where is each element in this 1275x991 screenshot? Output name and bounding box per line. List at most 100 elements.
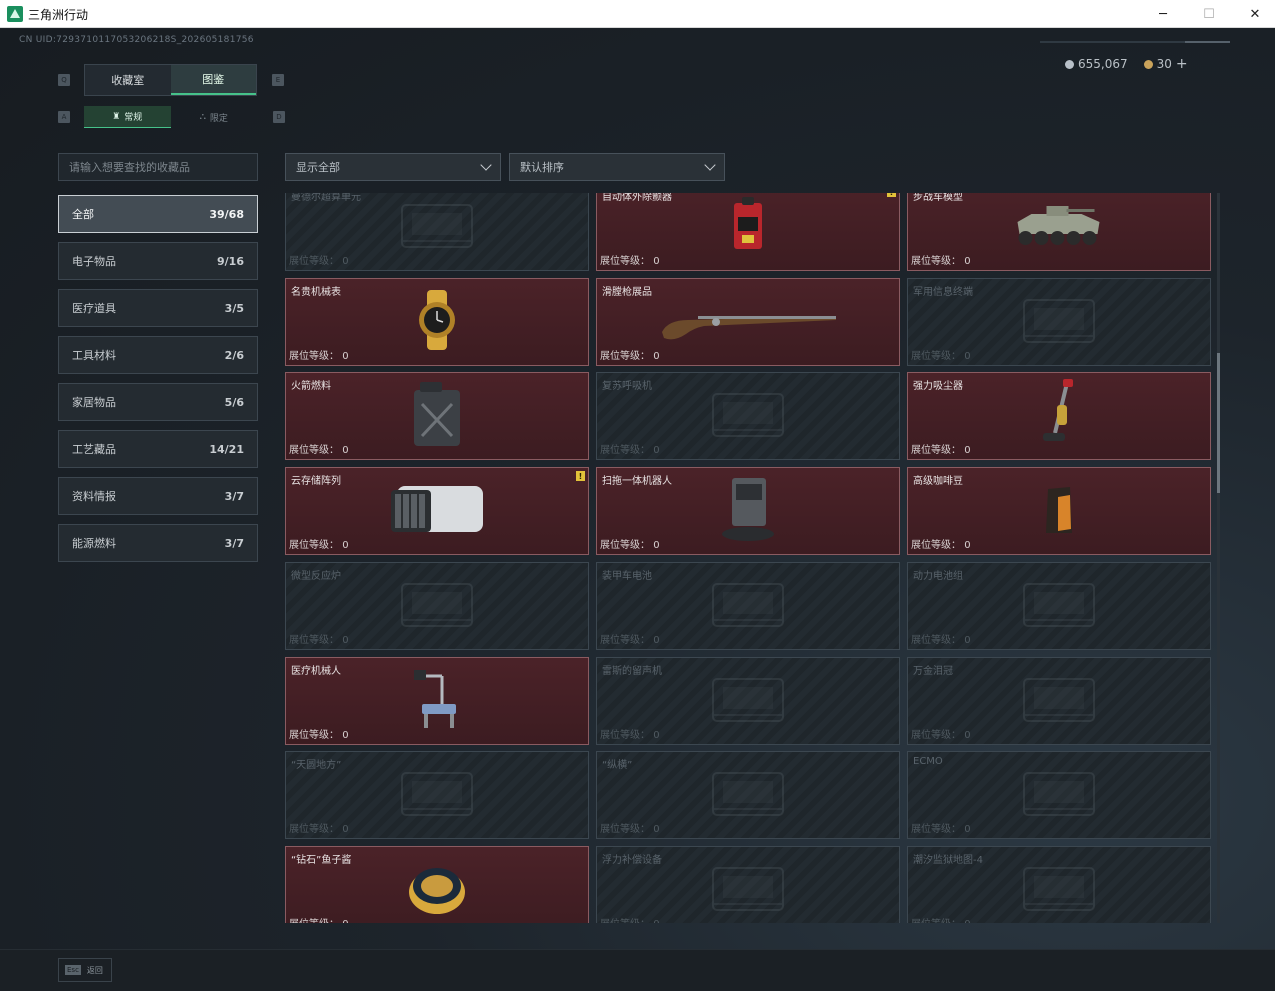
level-label: 展位等级：: [600, 445, 650, 457]
category-label: 工具材料: [72, 349, 116, 362]
category-item[interactable]: 全部 39/68: [58, 195, 258, 233]
level-label: 展位等级：: [600, 540, 650, 552]
item-level: 展位等级： 0: [600, 347, 660, 362]
maximize-button[interactable]: ☐: [1186, 0, 1232, 28]
level-value: 0: [342, 824, 349, 836]
scrollbar-thumb[interactable]: [1217, 353, 1220, 493]
item-level: 展位等级： 0: [911, 252, 971, 267]
level-label: 展位等级：: [600, 634, 650, 646]
item-name: 军用信息终端: [913, 286, 973, 298]
item-name: 名贵机械表: [291, 286, 341, 298]
collection-card[interactable]: 强力吸尘器 展位等级： 0: [907, 372, 1211, 461]
key-hint-d: D: [273, 111, 285, 123]
storage-array-icon: [387, 480, 487, 542]
back-label: 返回: [86, 965, 103, 975]
category-item[interactable]: 工艺藏品 14/21: [58, 430, 258, 468]
collection-card[interactable]: 微型反应炉展位等级： 0: [285, 561, 589, 650]
collection-card[interactable]: 潮汐监狱地图-4 展位等级： 0: [907, 845, 1211, 923]
category-item[interactable]: 电子物品 9/16: [58, 242, 258, 280]
item-level: 展位等级： 0: [289, 347, 349, 362]
battery-icon: [703, 574, 793, 638]
close-button[interactable]: ✕: [1232, 0, 1275, 28]
collection-card[interactable]: ECMO 展位等级： 0: [907, 751, 1211, 840]
category-item[interactable]: 能源燃料 3/7: [58, 524, 258, 562]
musket-icon: [658, 298, 838, 346]
key-hint-e: E: [272, 74, 284, 86]
item-level: 展位等级： 0: [289, 252, 349, 267]
collection-card[interactable]: 动力电池组 展位等级： 0: [907, 561, 1211, 650]
level-label: 展位等级：: [911, 256, 961, 267]
item-level: 展位等级： 0: [911, 915, 971, 923]
item-name: 动力电池组: [913, 570, 963, 582]
collection-grid-viewport[interactable]: 曼德尔超算单元展位等级： 0自动体外除颤器展位等级： 0!步战车模型展位等级： …: [285, 193, 1212, 923]
tab-collection-room[interactable]: 收藏室: [85, 65, 171, 95]
collection-card[interactable]: 医疗机械人 展位等级： 0: [285, 656, 589, 745]
tab-catalog[interactable]: 图鉴: [170, 65, 256, 95]
collection-card[interactable]: 火箭燃料 展位等级： 0: [285, 372, 589, 461]
esc-key-icon: Esc: [65, 965, 81, 975]
display-filter-dropdown[interactable]: 显示全部: [285, 153, 501, 181]
level-value: 0: [653, 634, 660, 646]
jerrycan-icon: [408, 380, 466, 452]
level-label: 展位等级：: [289, 824, 339, 836]
tab-regular[interactable]: ♜ 常规: [84, 106, 171, 128]
collection-card[interactable]: 万金泪冠 展位等级： 0: [907, 656, 1211, 745]
category-item[interactable]: 资料情报 3/7: [58, 477, 258, 515]
add-currency-button[interactable]: +: [1176, 56, 1188, 72]
level-value: 0: [342, 729, 349, 741]
collection-card[interactable]: 扫拖一体机器人 展位等级： 0: [596, 467, 900, 556]
item-level: 展位等级： 0: [911, 820, 971, 835]
level-label: 展位等级：: [911, 445, 961, 457]
key-hint-q: Q: [58, 74, 70, 86]
collection-card[interactable]: 装甲车电池 展位等级： 0: [596, 561, 900, 650]
category-item[interactable]: 医疗道具 3/5: [58, 289, 258, 327]
category-item[interactable]: 工具材料 2/6: [58, 336, 258, 374]
collection-card[interactable]: 滑膛枪展品 展位等级： 0: [596, 277, 900, 366]
grid-scrollbar[interactable]: [1217, 193, 1220, 923]
collection-card[interactable]: “纵横” 展位等级： 0: [596, 751, 900, 840]
item-name: 微型反应炉: [291, 570, 341, 582]
collection-card[interactable]: 复苏呼吸机 展位等级： 0: [596, 372, 900, 461]
back-button[interactable]: Esc 返回: [58, 958, 112, 982]
collection-card[interactable]: “天圆地方” 展位等级： 0: [285, 751, 589, 840]
collection-card[interactable]: 自动体外除颤器展位等级： 0!: [596, 193, 900, 271]
level-label: 展位等级：: [600, 256, 650, 267]
collection-card[interactable]: 高级咖啡豆 展位等级： 0: [907, 467, 1211, 556]
ecmo-icon: [1014, 763, 1104, 827]
collection-card[interactable]: 军用信息终端 展位等级： 0: [907, 277, 1211, 366]
collection-card[interactable]: 名贵机械表展位等级： 0: [285, 277, 589, 366]
minimize-button[interactable]: ─: [1140, 0, 1186, 28]
collection-card[interactable]: 云存储阵列 展位等级： 0!: [285, 467, 589, 556]
level-value: 0: [653, 919, 659, 923]
battery-pack-icon: [1014, 574, 1104, 638]
gold-currency: 30 +: [1143, 56, 1188, 72]
category-item[interactable]: 家居物品 5/6: [58, 383, 258, 421]
collection-card[interactable]: 步战车模型 展位等级： 0: [907, 193, 1211, 271]
key-hint-a: A: [58, 111, 70, 123]
gold-coin-icon: [1143, 59, 1153, 69]
item-name: 潮汐监狱地图-4: [913, 854, 983, 866]
level-value: 0: [964, 729, 971, 741]
alert-icon: !: [576, 471, 585, 482]
collection-card[interactable]: “钻石”鱼子酱展位等级： 0: [285, 845, 589, 923]
item-name: “钻石”鱼子酱: [291, 854, 352, 866]
sub-tabs: ♜ 常规 ⛬ 限定: [84, 106, 257, 128]
sort-dropdown[interactable]: 默认排序: [509, 153, 725, 181]
currency-display: 655,067 30 +: [1065, 53, 1198, 75]
collection-card[interactable]: 浮力补偿设备展位等级： 0: [596, 845, 900, 923]
category-label: 资料情报: [72, 490, 116, 503]
reactor-icon: [392, 574, 482, 638]
collection-card[interactable]: 雷斯的留声机 展位等级： 0: [596, 656, 900, 745]
item-name: “天圆地方”: [291, 760, 342, 772]
search-input[interactable]: [58, 153, 258, 181]
defibrillator-icon: [728, 195, 768, 259]
level-value: 0: [653, 445, 660, 457]
item-name: 火箭燃料: [291, 381, 331, 393]
level-value: 0: [342, 634, 349, 646]
level-value: 0: [964, 540, 971, 552]
item-name: ECMO: [913, 756, 943, 768]
collection-card[interactable]: 曼德尔超算单元 展位等级： 0: [285, 193, 589, 271]
tab-limited[interactable]: ⛬ 限定: [171, 106, 258, 128]
item-level: 展位等级： 0: [289, 631, 349, 646]
volume-slider[interactable]: [1040, 41, 1230, 43]
